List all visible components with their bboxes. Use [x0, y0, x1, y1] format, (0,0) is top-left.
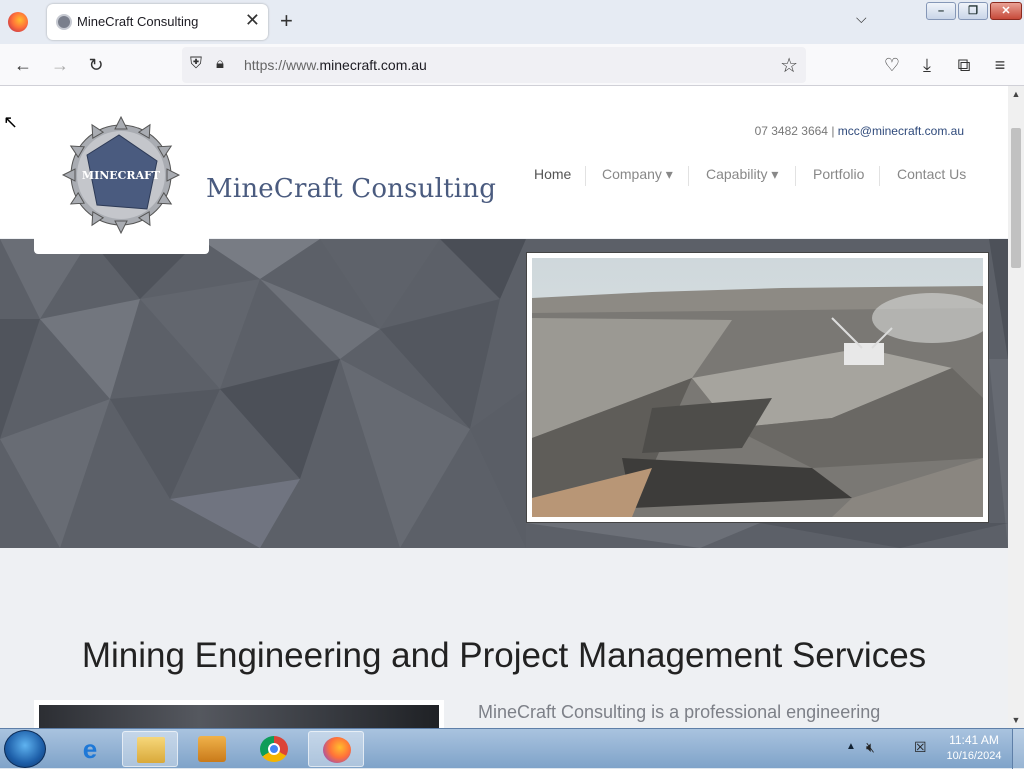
back-arrow-icon[interactable]: ←	[11, 53, 35, 77]
favicon-icon	[56, 14, 72, 30]
logo-text: MINECRAFT	[82, 169, 161, 182]
tab-strip: MineCraft Consulting ✕ + ⌵ – ❐ ✕	[0, 0, 1024, 44]
internet-explorer-icon[interactable]: e	[62, 731, 118, 767]
intro-paragraph: MineCraft Consulting is a professional e…	[478, 702, 881, 722]
file-explorer-icon[interactable]	[122, 731, 178, 767]
phone-number: 07 3482 3664	[754, 124, 828, 138]
forward-arrow-icon[interactable]: →	[48, 53, 72, 77]
logo-card[interactable]: MINECRAFT	[34, 86, 209, 254]
lock-icon[interactable]: 🔒︎	[216, 55, 224, 72]
email-link[interactable]: mcc@minecraft.com.au	[838, 124, 964, 138]
show-desktop-button[interactable]	[1012, 729, 1024, 769]
nav-divider	[585, 166, 586, 186]
address-bar[interactable]: ⛨ 🔒︎ https://www.minecraft.com.au ☆	[182, 47, 806, 83]
minecraft-logo-icon: MINECRAFT	[62, 116, 180, 234]
nav-company[interactable]: Company ▾	[602, 166, 673, 183]
tracking-shield-icon[interactable]: ⛨	[190, 55, 202, 73]
nav-capability[interactable]: Capability ▾	[706, 166, 778, 183]
volume-muted-icon[interactable]: 🔇︎	[866, 739, 875, 756]
nav-divider	[879, 166, 880, 186]
scroll-up-arrow-icon[interactable]: ▲	[1008, 86, 1024, 102]
bookmark-star-icon[interactable]: ☆	[780, 53, 798, 78]
url-domain: minecraft.com.au	[319, 57, 427, 73]
minimize-button[interactable]: –	[926, 2, 956, 20]
hamburger-menu-icon[interactable]: ≡	[988, 53, 1012, 77]
nav-home[interactable]: Home	[534, 166, 571, 182]
chrome-icon[interactable]	[246, 731, 302, 767]
mine-photo	[526, 252, 992, 523]
taskbar: e ▲ 🔇︎ ☒ 11:41 AM 10/16/2024	[0, 728, 1024, 769]
navigation-toolbar: ← → ↻ ⛨ 🔒︎ https://www.minecraft.com.au …	[0, 44, 1024, 86]
url-text[interactable]: https://www.minecraft.com.au	[244, 57, 427, 73]
tab-title: MineCraft Consulting	[77, 14, 199, 29]
mouse-cursor-icon: ↖	[3, 112, 19, 132]
network-disconnected-icon[interactable]: ☒	[914, 739, 927, 756]
hero-banner	[0, 239, 1008, 548]
firefox-view-icon[interactable]	[8, 12, 28, 32]
tab-close-icon[interactable]: ✕	[245, 10, 260, 31]
nav-contact-us[interactable]: Contact Us	[897, 166, 966, 182]
show-hidden-icons-icon[interactable]: ▲	[846, 741, 856, 752]
scroll-thumb[interactable]	[1011, 128, 1021, 268]
media-player-icon[interactable]	[184, 731, 240, 767]
nav-divider	[688, 166, 689, 186]
firefox-icon[interactable]	[308, 731, 364, 767]
close-window-button[interactable]: ✕	[990, 2, 1022, 20]
pocket-icon[interactable]: ♡	[880, 53, 904, 77]
contact-separator: |	[827, 124, 838, 138]
nav-portfolio[interactable]: Portfolio	[813, 166, 864, 182]
url-prefix: https://www.	[244, 57, 320, 73]
page-viewport: 07 3482 3664 | mcc@minecraft.com.au Home…	[0, 86, 1008, 728]
open-cut-mine-image	[532, 258, 992, 517]
reload-icon[interactable]: ↻	[84, 53, 108, 77]
start-button[interactable]	[4, 730, 46, 768]
tab-minecraft[interactable]: MineCraft Consulting ✕	[47, 4, 268, 40]
clock-time[interactable]: 11:41 AM	[944, 733, 1004, 747]
extensions-icon[interactable]: ⧉	[952, 53, 976, 77]
clock-date[interactable]: 10/16/2024	[940, 750, 1008, 762]
scroll-down-arrow-icon[interactable]: ▼	[1008, 712, 1024, 728]
content-image-fill	[39, 705, 439, 728]
brand-name[interactable]: MineCraft Consulting	[206, 174, 496, 204]
restore-button[interactable]: ❐	[958, 2, 988, 20]
content-image	[34, 700, 444, 728]
page-scrollbar[interactable]: ▲ ▼	[1008, 86, 1024, 728]
download-icon[interactable]: ⤓	[915, 53, 939, 77]
new-tab-button[interactable]: +	[280, 8, 293, 34]
section-heading: Mining Engineering and Project Managemen…	[81, 636, 927, 675]
contact-line: 07 3482 3664 | mcc@minecraft.com.au	[755, 124, 964, 138]
list-tabs-chevron-icon[interactable]: ⌵	[856, 10, 867, 27]
nav-divider	[795, 166, 796, 186]
